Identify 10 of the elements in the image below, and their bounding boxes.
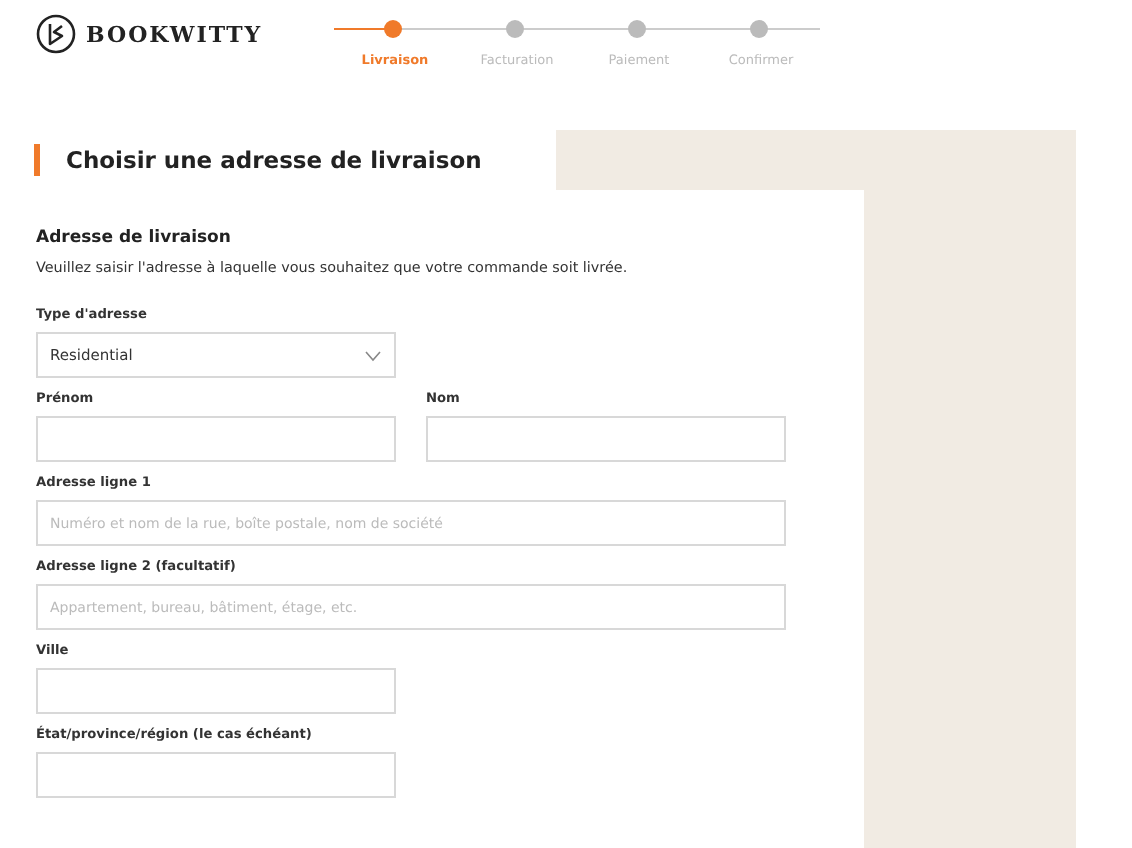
input-field[interactable] (36, 416, 396, 462)
page-title: Choisir une adresse de livraison (66, 146, 482, 174)
logo-icon (36, 14, 76, 54)
brand-name: BOOKWITTY (86, 21, 263, 47)
input-field[interactable] (36, 668, 396, 714)
input-field[interactable] (36, 752, 396, 798)
section-title: Adresse de livraison (36, 228, 233, 248)
input-field[interactable] (426, 416, 786, 462)
caret-icon (364, 349, 382, 361)
title-accent-bar (34, 144, 40, 176)
